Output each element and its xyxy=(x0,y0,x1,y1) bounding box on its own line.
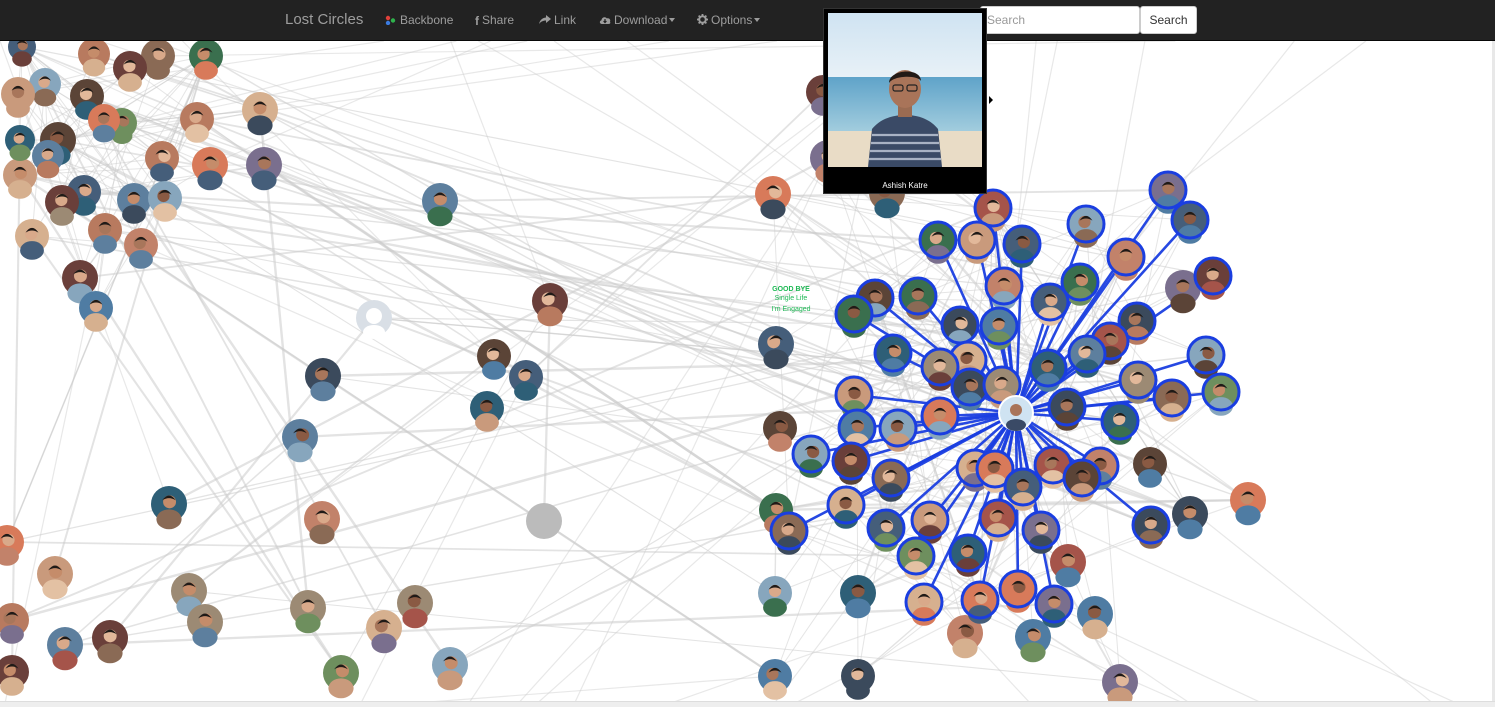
highlighted-friend-avatar[interactable] xyxy=(769,511,809,555)
horizontal-scrollbar[interactable] xyxy=(0,701,1495,707)
graph-edge xyxy=(188,355,495,592)
graph-edge xyxy=(1167,41,1367,191)
profile-tooltip: Ashish Katre xyxy=(823,8,987,194)
friend-avatar[interactable] xyxy=(0,525,24,566)
friend-avatar[interactable] xyxy=(0,603,29,644)
friend-avatar[interactable] xyxy=(151,486,187,530)
friend-avatar[interactable] xyxy=(1102,664,1138,701)
brand-link[interactable]: Lost Circles xyxy=(285,11,363,28)
highlighted-friend-avatar[interactable] xyxy=(1100,401,1140,445)
friend-avatar[interactable] xyxy=(5,125,35,161)
graph-edge xyxy=(86,95,385,629)
nav-share[interactable]: f Share xyxy=(475,13,514,28)
friend-avatar[interactable] xyxy=(189,41,223,80)
friend-avatar[interactable] xyxy=(145,141,179,182)
friend-avatar[interactable] xyxy=(1133,447,1167,488)
facebook-icon: f xyxy=(475,14,479,28)
friend-avatar[interactable] xyxy=(192,147,228,191)
nav-link[interactable]: Link xyxy=(539,13,576,28)
highlighted-friend-avatar[interactable] xyxy=(1062,458,1102,502)
friend-avatar[interactable] xyxy=(47,627,83,671)
placeholder-node[interactable] xyxy=(526,503,562,539)
graph-edge xyxy=(157,41,1176,57)
graph-edge xyxy=(10,139,22,673)
backbone-dots-icon xyxy=(385,14,397,28)
friend-avatar[interactable] xyxy=(79,291,113,332)
nav-share-label: Share xyxy=(482,13,515,27)
graph-edge xyxy=(95,118,198,309)
highlighted-friend-avatar[interactable] xyxy=(1170,200,1210,244)
friend-avatar[interactable] xyxy=(758,659,792,700)
friend-avatar[interactable] xyxy=(1172,496,1208,540)
badge-line: Single Life xyxy=(775,295,808,302)
friend-avatar[interactable] xyxy=(1077,596,1113,640)
nav-options[interactable]: Options xyxy=(697,13,761,28)
friend-avatar[interactable] xyxy=(1015,619,1051,663)
chevron-down-icon xyxy=(669,18,676,22)
graph-edges xyxy=(0,41,1454,701)
nav-download[interactable]: Download xyxy=(599,13,676,28)
gear-icon xyxy=(697,14,708,28)
top-navbar: Lost Circles Backbone f Share Link Downlo… xyxy=(0,0,1495,41)
badge-line: GOOD BYE xyxy=(772,286,810,293)
network-graph[interactable]: GOOD BYE Single Life I'm Engaged xyxy=(0,41,1495,701)
highlighted-friend-avatar[interactable] xyxy=(1021,510,1061,554)
graph-edge xyxy=(967,552,1188,701)
friend-avatar[interactable] xyxy=(477,339,511,380)
graph-nodes xyxy=(0,41,1266,701)
friend-avatar[interactable] xyxy=(37,556,73,600)
friend-avatar[interactable] xyxy=(246,147,282,191)
highlighted-friend-avatar[interactable] xyxy=(831,441,871,485)
friend-avatar[interactable] xyxy=(290,590,326,634)
highlighted-friend-avatar[interactable] xyxy=(896,536,936,580)
badge-line: I'm Engaged xyxy=(771,306,810,313)
friend-avatar[interactable] xyxy=(1230,482,1266,526)
friend-avatar[interactable] xyxy=(92,620,128,664)
highlighted-friend-avatar[interactable] xyxy=(834,294,874,338)
highlighted-friend-avatar[interactable] xyxy=(978,498,1018,542)
nav-download-label: Download xyxy=(614,13,668,27)
highlighted-friend-avatar[interactable] xyxy=(904,582,944,626)
friend-avatar[interactable] xyxy=(88,213,122,254)
share-arrow-icon xyxy=(539,14,551,28)
search-input[interactable] xyxy=(980,6,1140,34)
selected-person-node[interactable] xyxy=(998,395,1034,431)
nav-options-label: Options xyxy=(711,13,753,27)
graph-edge xyxy=(542,300,552,522)
nav-link-label: Link xyxy=(554,13,577,27)
friend-avatar[interactable] xyxy=(763,411,797,452)
friend-avatar[interactable] xyxy=(141,41,175,80)
friend-avatar[interactable] xyxy=(758,326,794,370)
chevron-down-icon xyxy=(754,18,761,22)
graph-edge xyxy=(434,675,776,701)
nav-backbone[interactable]: Backbone xyxy=(385,13,453,28)
highlighted-friend-avatar[interactable] xyxy=(1186,335,1226,379)
highlighted-friend-avatar[interactable] xyxy=(1193,256,1233,300)
friend-avatar[interactable] xyxy=(758,576,792,617)
friend-avatar[interactable] xyxy=(432,647,468,691)
profile-name: Ashish Katre xyxy=(882,181,928,190)
friend-avatar[interactable] xyxy=(509,360,543,401)
friend-avatar[interactable] xyxy=(755,176,791,220)
highlighted-friend-avatar[interactable] xyxy=(873,333,913,377)
search-button[interactable]: Search xyxy=(1140,6,1197,34)
friend-avatar[interactable] xyxy=(841,659,875,700)
friend-avatar[interactable] xyxy=(366,610,402,654)
friend-avatar[interactable] xyxy=(1050,544,1086,588)
highlighted-friend-avatar[interactable] xyxy=(1131,505,1171,549)
nav-backbone-label: Backbone xyxy=(400,13,454,27)
friend-avatar[interactable] xyxy=(0,655,29,696)
highlighted-friend-avatar[interactable] xyxy=(957,220,997,264)
cloud-download-icon xyxy=(599,14,611,28)
tooltip-arrow-icon xyxy=(989,96,993,104)
status-badge: GOOD BYE Single Life I'm Engaged xyxy=(771,286,810,313)
profile-photo xyxy=(828,13,982,167)
friend-avatar[interactable] xyxy=(323,655,359,699)
highlighted-friend-avatar[interactable] xyxy=(1201,372,1241,416)
highlighted-friend-avatar[interactable] xyxy=(1152,378,1192,422)
